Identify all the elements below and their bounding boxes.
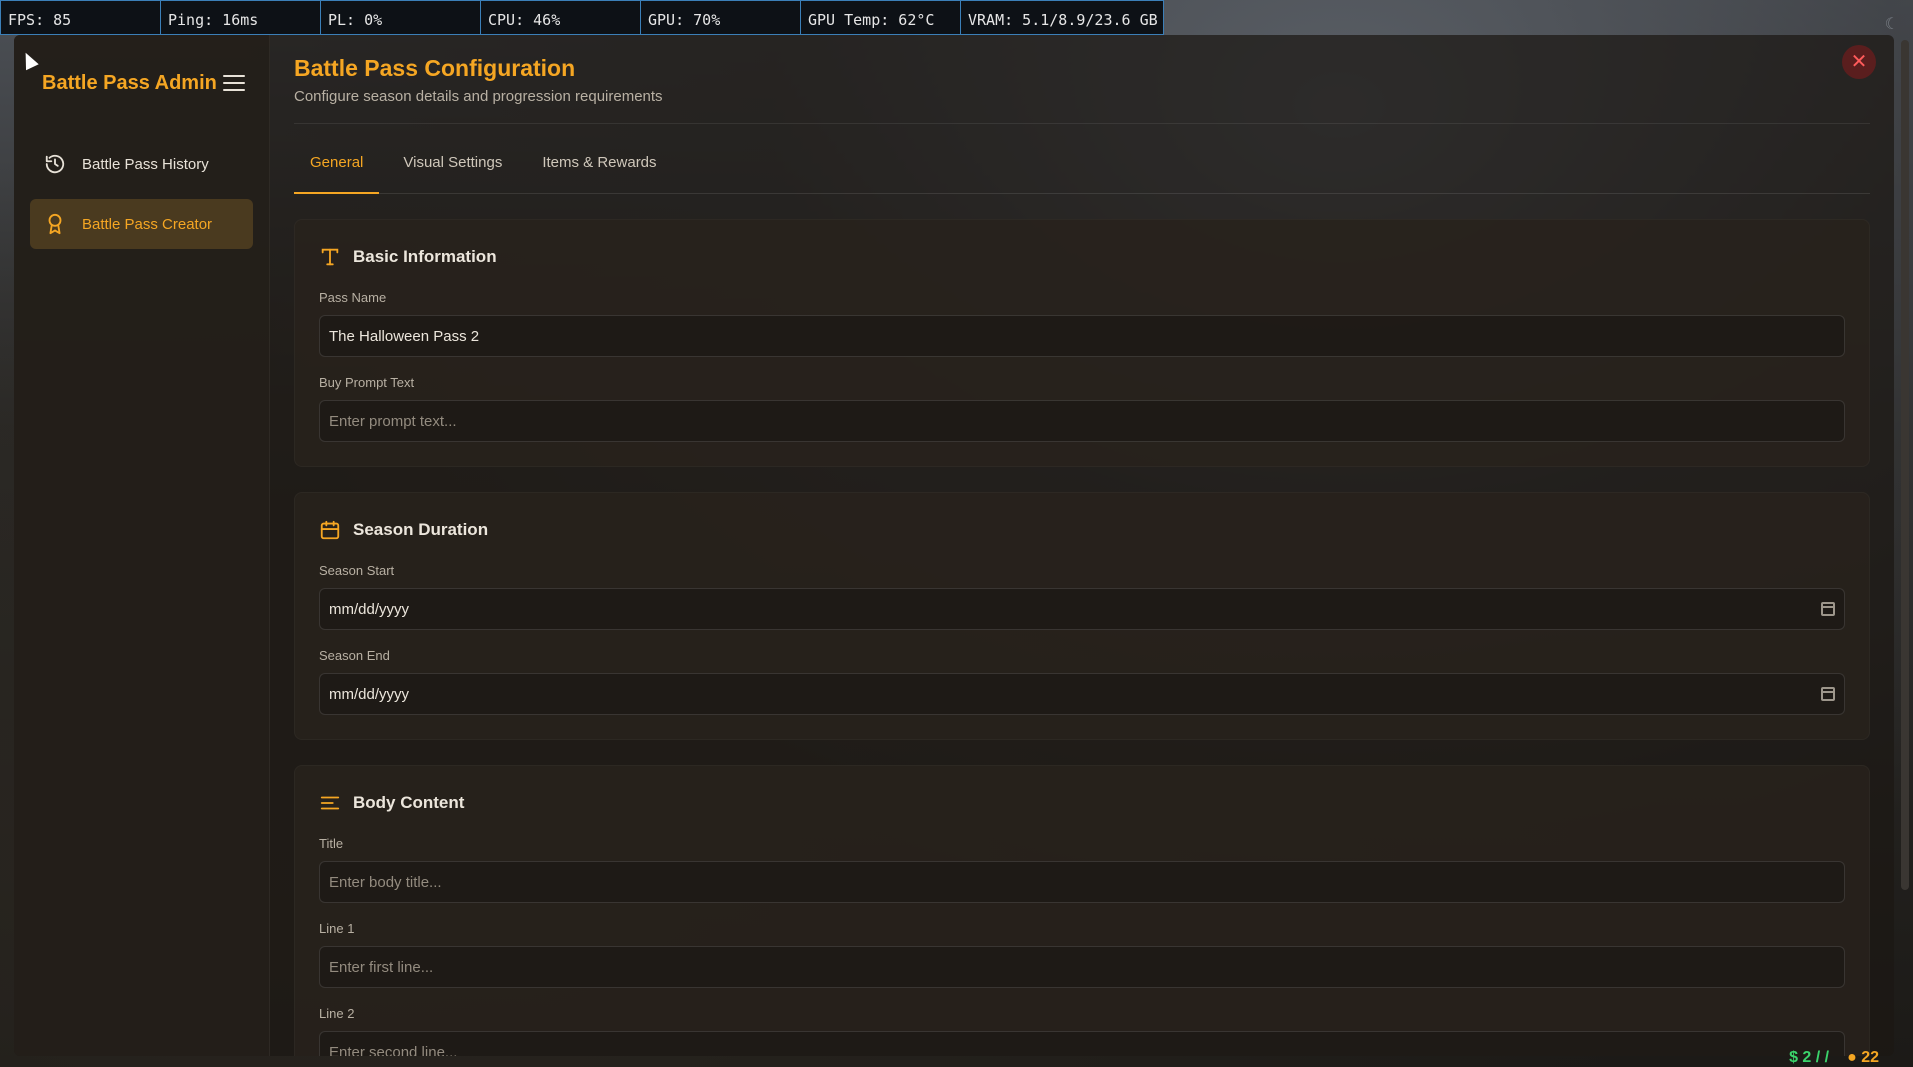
pass-name-label: Pass Name: [319, 290, 387, 305]
date-picker-icon[interactable]: [1821, 687, 1835, 701]
main-content: ✕ Battle Pass Configuration Configure se…: [270, 35, 1894, 1056]
card-header: Body Content: [319, 788, 1845, 818]
card-title: Basic Information: [353, 247, 497, 266]
page-scrollbar[interactable]: [1901, 40, 1909, 890]
game-hud-currency: $ 2 / / ● 22: [1789, 1049, 1879, 1067]
sidebar-item-battle-pass-creator[interactable]: Battle Pass Creator: [30, 199, 253, 249]
close-button[interactable]: ✕: [1842, 45, 1876, 79]
gpu-temp-readout: GPU Temp: 62°C: [801, 1, 961, 34]
battle-pass-admin-window: Battle Pass Admin Battle Pass History Ba…: [14, 35, 1894, 1056]
tab-general[interactable]: General: [294, 146, 380, 194]
sidebar-item-battle-pass-history[interactable]: Battle Pass History: [30, 139, 253, 189]
season-duration-card: Season Duration Season Start mm/dd/yyyy …: [294, 492, 1870, 740]
basic-information-card: Basic Information Pass Name The Hallowee…: [294, 219, 1870, 467]
config-tabs: General Visual Settings Items & Rewards: [294, 146, 1870, 194]
award-icon: [48, 213, 62, 235]
type-icon: [321, 248, 339, 266]
vram-readout: VRAM: 5.1/8.9/23.6 GB: [968, 11, 1158, 29]
pass-name-input[interactable]: The Halloween Pass 2: [319, 315, 1845, 357]
brand-title: Battle Pass Admin: [42, 71, 217, 94]
page-subtitle: Configure season details and progression…: [294, 88, 663, 105]
season-end-date-input[interactable]: mm/dd/yyyy: [319, 673, 1845, 715]
align-left-icon: [320, 796, 340, 810]
gpu-readout: GPU: 70%: [641, 1, 801, 34]
moon-icon: ☾: [1884, 16, 1899, 33]
line2-input[interactable]: Enter second line...: [319, 1031, 1845, 1056]
tab-items-rewards[interactable]: Items & Rewards: [526, 146, 672, 194]
packet-loss-readout: PL: 0%: [321, 1, 481, 34]
coin-readout: ● 22: [1847, 1049, 1879, 1066]
sidebar-nav: Battle Pass History Battle Pass Creator: [30, 139, 253, 249]
sidebar-item-label: Battle Pass Creator: [82, 215, 213, 233]
card-title: Body Content: [353, 793, 465, 812]
line1-label: Line 1: [319, 921, 355, 936]
sidebar: Battle Pass Admin Battle Pass History Ba…: [14, 35, 270, 1056]
buy-prompt-label: Buy Prompt Text: [319, 375, 415, 390]
season-start-date-input[interactable]: mm/dd/yyyy: [319, 588, 1845, 630]
season-end-label: Season End: [319, 648, 390, 663]
buy-prompt-input[interactable]: Enter prompt text...: [319, 400, 1845, 442]
card-header: Season Duration: [319, 515, 1845, 545]
card-header: Basic Information: [319, 242, 1845, 272]
season-start-label: Season Start: [319, 563, 395, 578]
body-title-input[interactable]: Enter body title...: [319, 861, 1845, 903]
body-title-label: Title: [319, 836, 344, 851]
history-icon: [45, 154, 65, 174]
sidebar-item-label: Battle Pass History: [82, 155, 209, 173]
performance-overlay: FPS: 85 Ping: 16ms PL: 0% CPU: 46% GPU: …: [0, 0, 1164, 35]
hamburger-menu-icon[interactable]: [223, 75, 245, 91]
body-content-card: Body Content Title Enter body title... L…: [294, 765, 1870, 1056]
fps-readout: FPS: 85: [1, 1, 161, 34]
line1-input[interactable]: Enter first line...: [319, 946, 1845, 988]
cash-readout: $ 2 / /: [1789, 1049, 1830, 1066]
calendar-icon: [320, 520, 340, 540]
ping-readout: Ping: 16ms: [161, 1, 321, 34]
cpu-readout: CPU: 46%: [481, 1, 641, 34]
page-title: Battle Pass Configuration: [294, 55, 576, 81]
line2-label: Line 2: [319, 1006, 355, 1021]
tab-visual-settings[interactable]: Visual Settings: [387, 146, 518, 194]
header-divider: [294, 123, 1870, 124]
date-picker-icon[interactable]: [1821, 602, 1835, 616]
card-title: Season Duration: [353, 520, 489, 539]
sidebar-brand: Battle Pass Admin: [30, 53, 253, 113]
